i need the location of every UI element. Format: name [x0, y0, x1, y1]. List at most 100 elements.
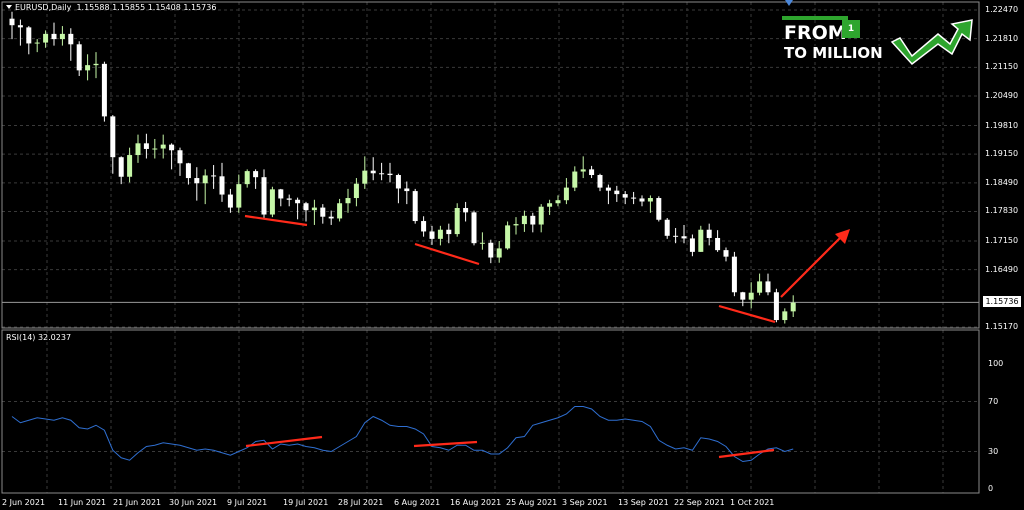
candle-body	[589, 169, 595, 176]
candle-body	[152, 148, 158, 150]
candle-body	[269, 189, 275, 215]
candle-body	[605, 187, 611, 191]
candle-body	[555, 200, 561, 204]
candle-body	[169, 144, 175, 151]
candle-body	[404, 188, 410, 192]
candle-body	[689, 238, 695, 252]
rsi-line	[11, 406, 794, 463]
growth-arrow-icon	[890, 19, 973, 66]
candle-body	[547, 203, 553, 207]
candle-body	[622, 194, 628, 198]
candle-body	[219, 176, 225, 195]
candle-body	[379, 173, 385, 175]
candle-body	[757, 281, 763, 293]
candle-body	[505, 225, 511, 249]
candle-body	[227, 194, 233, 208]
candle-body	[160, 144, 166, 149]
candle-body	[362, 170, 368, 184]
price-tick-label: 1.20490	[985, 90, 1019, 100]
price-tick-label: 1.21150	[985, 62, 1019, 72]
candle-body	[790, 302, 796, 312]
candle-body	[563, 187, 569, 201]
candle-body	[143, 143, 149, 149]
candle-body	[496, 248, 502, 258]
candle-body	[244, 171, 250, 185]
candle-body	[43, 33, 49, 43]
candle-body	[370, 170, 376, 174]
candle-body	[211, 175, 217, 177]
candle-body	[706, 229, 712, 238]
rsi-indicator-header: RSI(14) 32.0237	[6, 333, 72, 342]
candle-body	[185, 163, 191, 179]
candle-body	[572, 171, 578, 188]
date-tick-label: 2 Jun 2021	[2, 498, 46, 507]
date-tick-label: 21 Jun 2021	[113, 498, 162, 507]
candle-body	[26, 27, 32, 44]
candle-body	[110, 116, 116, 158]
date-tick-label: 6 Aug 2021	[394, 498, 441, 507]
candle-body	[93, 63, 99, 66]
candle-body	[412, 191, 418, 222]
candle-body	[353, 183, 359, 199]
candle-body	[639, 198, 645, 202]
date-tick-label: 22 Sep 2021	[674, 498, 725, 507]
candle-body	[59, 33, 65, 40]
candle-body	[9, 18, 15, 26]
price-tick-label: 1.21810	[985, 33, 1019, 43]
date-tick-label: 30 Jun 2021	[169, 498, 218, 507]
candle-body	[286, 198, 292, 200]
candle-body	[85, 65, 91, 71]
logo-green-bar	[782, 16, 848, 20]
candle-body	[723, 250, 729, 257]
candle-body	[236, 184, 242, 208]
from-to-million-logo: FROM 1 TO MILLION	[778, 14, 978, 72]
candle-body	[421, 221, 427, 232]
candle-body	[320, 207, 326, 217]
date-tick-label: 11 Jun 2021	[58, 498, 107, 507]
divergence-line-price-3	[718, 304, 776, 324]
logo-text-million: TO MILLION	[784, 44, 883, 62]
date-tick-label: 25 Aug 2021	[506, 498, 558, 507]
chart-shift-marker[interactable]	[785, 0, 793, 6]
candle-body	[253, 171, 259, 178]
candle-body	[664, 219, 670, 236]
price-tick-label: 1.18490	[985, 177, 1019, 187]
ohlc-values: 1.15588 1.15855 1.15408 1.15736	[76, 3, 217, 12]
candle-body	[68, 33, 74, 45]
divergence-line-rsi-2	[413, 440, 478, 448]
candle-body	[118, 157, 124, 177]
candle-body	[765, 281, 771, 293]
rsi-tick-label: 100	[988, 359, 1004, 368]
candle-body	[337, 203, 343, 219]
candle-body	[740, 292, 746, 300]
price-tick-label: 1.22470	[985, 5, 1019, 14]
candle-body	[295, 199, 301, 204]
candle-body	[488, 242, 494, 258]
rsi-tick-label: 70	[988, 396, 999, 406]
candle-body	[51, 33, 57, 40]
candle-body	[471, 212, 477, 244]
candle-body	[656, 198, 662, 220]
candle-body	[580, 169, 586, 172]
candle-body	[429, 231, 435, 239]
date-tick-label: 28 Jul 2021	[338, 498, 384, 507]
date-tick-label: 1 Oct 2021	[730, 498, 775, 507]
candle-body	[748, 292, 754, 300]
candle-body	[328, 216, 334, 219]
candle-body	[345, 198, 351, 204]
candlestick-series	[9, 11, 796, 324]
candle-body	[782, 311, 788, 321]
price-tick-label: 1.19810	[985, 120, 1019, 130]
candle-body	[202, 175, 208, 184]
chart-canvas	[1, 0, 980, 494]
candle-body	[773, 292, 779, 321]
candle-body	[303, 203, 309, 211]
rsi-grid	[2, 330, 979, 493]
date-tick-label: 3 Sep 2021	[562, 498, 608, 507]
candle-body	[479, 242, 485, 244]
candle-body	[597, 175, 603, 188]
candle-body	[76, 44, 82, 71]
candle-body	[17, 25, 23, 28]
date-tick-label: 19 Jul 2021	[283, 498, 329, 507]
dropdown-triangle-icon[interactable]	[6, 5, 12, 9]
